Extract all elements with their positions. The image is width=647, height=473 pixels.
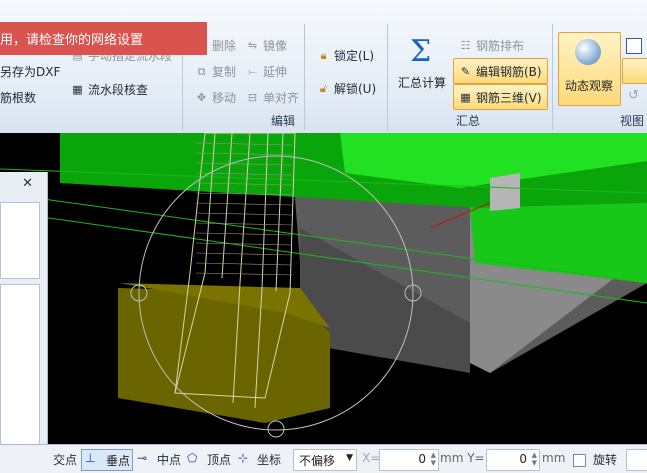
ribbon-separator bbox=[552, 24, 553, 130]
undo-view-icon[interactable]: ↺ bbox=[628, 88, 639, 103]
rebar-layout-button[interactable]: ☷ 钢筋排布 bbox=[458, 37, 524, 54]
coordinate-icon: ⊹ bbox=[238, 451, 249, 465]
snap-perpendicular-button[interactable]: ⊥ 垂点 bbox=[81, 449, 133, 471]
network-notification[interactable]: 用，请检查你的网络设置 bbox=[0, 22, 207, 55]
lock-button[interactable]: 🔒︎ 锁定(L) bbox=[316, 47, 375, 64]
view-option-button[interactable] bbox=[622, 58, 647, 84]
snap-coordinate[interactable]: 坐标 bbox=[257, 451, 281, 468]
flow-check-icon: ▦ bbox=[72, 83, 83, 96]
y-input[interactable]: 0 ▲ ▼ bbox=[486, 449, 540, 471]
edit-group-label: 编辑 bbox=[271, 114, 296, 128]
extend-icon: ⤚ bbox=[248, 65, 257, 78]
summary-group-label: 汇总 bbox=[456, 114, 481, 128]
copy-button[interactable]: ⧉ 复制 bbox=[194, 63, 236, 80]
status-bar: 交点 ⊥ 垂点 ⊸ 中点 ⬠ 顶点 ⊹ 坐标 不偏移 ▼ X= 0 ▲ ▼ mm … bbox=[0, 444, 647, 473]
rebar-count-button[interactable]: 筋根数 bbox=[0, 89, 36, 106]
snap-midpoint[interactable]: 中点 bbox=[157, 451, 181, 468]
view-cube-icon[interactable] bbox=[626, 38, 642, 54]
panel-close-icon[interactable]: ✕ bbox=[22, 176, 33, 191]
dynamic-view-button[interactable]: 动态观察 bbox=[558, 32, 621, 106]
panel-list-area bbox=[0, 284, 40, 446]
unit-label: mm bbox=[542, 451, 566, 465]
perpendicular-icon: ⊥ bbox=[85, 451, 96, 465]
unlock-icon: 🔓︎ bbox=[319, 82, 328, 95]
extend-button[interactable]: ⤚ 延伸 bbox=[245, 63, 287, 80]
rebar-3d-button[interactable]: ▦ 钢筋三维(V) bbox=[458, 89, 541, 106]
y-stepper-icon[interactable]: ▲ ▼ bbox=[532, 451, 537, 467]
copy-icon: ⧉ bbox=[197, 65, 206, 78]
y-label: mm Y= bbox=[440, 451, 485, 465]
unlock-button[interactable]: 🔓︎ 解锁(U) bbox=[316, 80, 376, 97]
rotate-input[interactable] bbox=[626, 449, 647, 471]
mirror-button[interactable]: ⇋ 镜像 bbox=[245, 37, 287, 54]
move-button[interactable]: ✥ 移动 bbox=[194, 89, 236, 106]
offset-mode-select[interactable]: 不偏移 ▼ bbox=[293, 449, 357, 471]
move-icon: ✥ bbox=[196, 91, 207, 104]
align-icon: ⊟ bbox=[247, 91, 258, 104]
x-input[interactable]: 0 ▲ ▼ bbox=[379, 449, 439, 471]
3d-scene bbox=[0, 133, 647, 438]
save-dxf-button[interactable]: 另存为DXF bbox=[0, 63, 60, 80]
side-panel[interactable]: ✕ bbox=[0, 172, 48, 446]
edit-rebar-button[interactable]: ✎ 编辑钢筋(B) bbox=[458, 63, 542, 80]
snap-intersection[interactable]: 交点 bbox=[53, 451, 77, 468]
flow-check-button[interactable]: ▦ 流水段核查 bbox=[70, 81, 148, 98]
lock-icon: 🔒︎ bbox=[320, 49, 327, 62]
summary-calc-button[interactable]: Σ 汇总计算 bbox=[398, 34, 448, 94]
ribbon-separator bbox=[387, 24, 388, 130]
orbit-icon bbox=[575, 39, 601, 65]
rebar-layout-icon: ☷ bbox=[460, 39, 471, 52]
align-button[interactable]: ⊟ 单对齐 bbox=[245, 89, 299, 106]
x-stepper-icon[interactable]: ▲ ▼ bbox=[431, 451, 436, 467]
snap-vertex[interactable]: 顶点 bbox=[207, 451, 231, 468]
ribbon-toolbar: ▤ 手动指定流水段 另存为DXF ▦ 流水段核查 筋根数 ✕ 删除 ⇋ 镜像 ⧉… bbox=[0, 0, 647, 134]
mirror-icon: ⇋ bbox=[247, 39, 258, 52]
orbit-handle-bottom[interactable] bbox=[267, 420, 285, 438]
midpoint-icon: ⊸ bbox=[137, 451, 148, 465]
panel-content-area bbox=[0, 202, 40, 279]
dropdown-arrow-icon: ▼ bbox=[346, 453, 353, 463]
sigma-icon: Σ bbox=[410, 34, 432, 69]
rotate-checkbox[interactable] bbox=[573, 454, 586, 467]
vertex-icon: ⬠ bbox=[187, 451, 198, 465]
rebar-3d-icon: ▦ bbox=[460, 91, 471, 104]
x-label: X= bbox=[362, 451, 381, 465]
beam-end-cap bbox=[490, 173, 520, 211]
ribbon-separator bbox=[304, 24, 305, 130]
3d-viewport[interactable] bbox=[0, 133, 647, 444]
rotate-label: 旋转 bbox=[593, 453, 618, 467]
edit-rebar-icon: ✎ bbox=[460, 65, 471, 78]
view-group-label: 视图 bbox=[620, 114, 645, 128]
